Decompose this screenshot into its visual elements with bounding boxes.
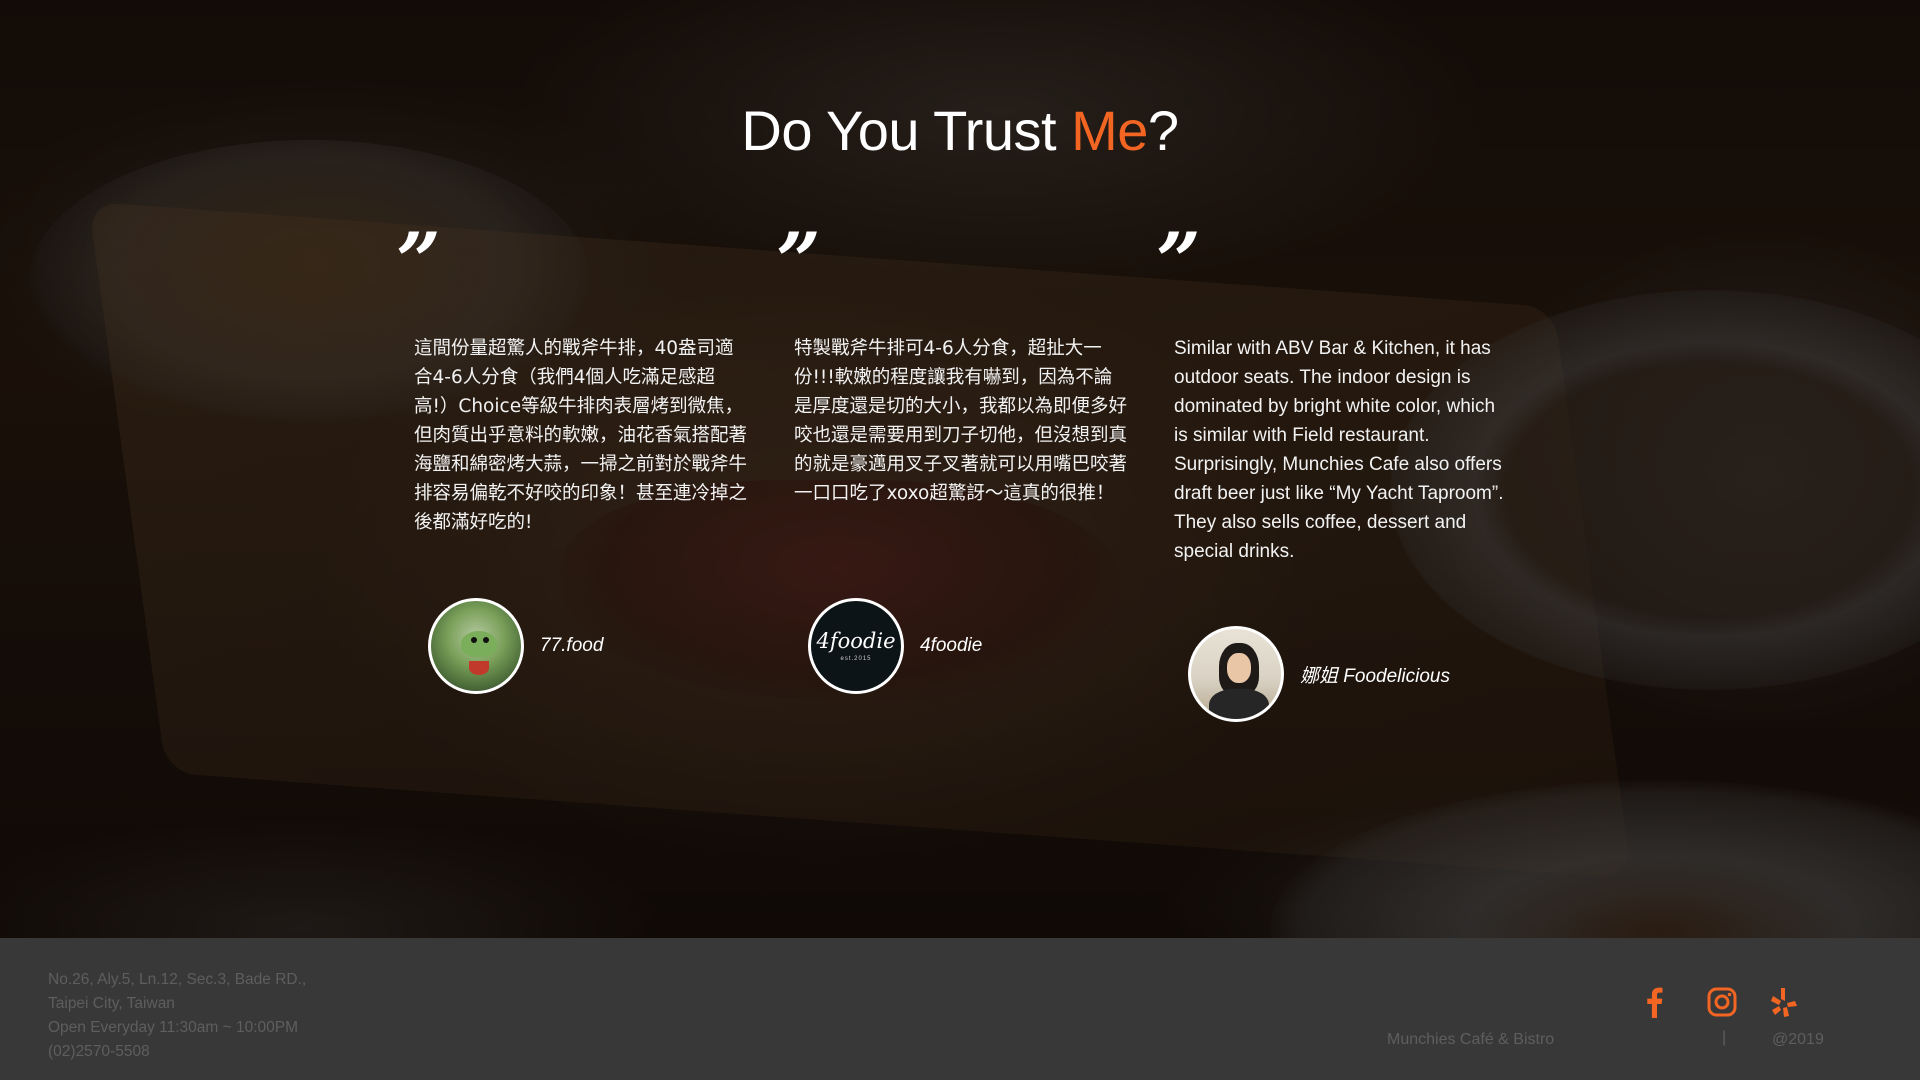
instagram-icon[interactable] xyxy=(1704,984,1740,1020)
title-accent: Me xyxy=(1071,99,1148,162)
testimonial-card: ” 特製戰斧牛排可4-6人分食，超扯大一份!!!軟嫩的程度讓我有嚇到，因為不論是… xyxy=(776,223,1127,694)
4foodie-logo-avatar: 4foodie est.2015 xyxy=(808,598,904,694)
quote-icon: ” xyxy=(1156,216,1201,307)
opening-hours: Open Everyday 11:30am ~ 10:00PM xyxy=(48,1019,299,1036)
facebook-icon[interactable] xyxy=(1636,984,1672,1020)
dinosaur-costume-avatar xyxy=(428,598,524,694)
author-name: 77.food xyxy=(540,635,604,656)
avatar-logo-text: 4foodie xyxy=(816,629,896,653)
hero-background: Do You Trust Me? ” 這間份量超驚人的戰斧牛排，40盎司適合4-… xyxy=(0,0,1920,938)
quote-icon: ” xyxy=(776,216,821,307)
quote-icon: ” xyxy=(396,216,441,307)
review-text: Similar with ABV Bar & Kitchen, it has o… xyxy=(1174,338,1504,562)
testimonial-card: ” 這間份量超驚人的戰斧牛排，40盎司適合4-6人分食（我們4個人吃滿足感超高!… xyxy=(396,223,747,694)
footer-copyright: @2019 xyxy=(1772,1031,1824,1048)
review-author: 娜姐 Foodelicious xyxy=(1188,626,1450,722)
phone-number: (02)2570-5508 xyxy=(48,1043,150,1060)
yelp-icon[interactable] xyxy=(1766,984,1802,1020)
review-text: 這間份量超驚人的戰斧牛排，40盎司適合4-6人分食（我們4個人吃滿足感超高!）C… xyxy=(414,338,748,533)
testimonial-card: ” Similar with ABV Bar & Kitchen, it has… xyxy=(1156,223,1504,722)
author-name: 4foodie xyxy=(920,635,983,656)
section-title: Do You Trust Me? xyxy=(0,98,1920,163)
review-author: 4foodie est.2015 4foodie xyxy=(808,598,982,694)
footer-brand: Munchies Café & Bistro xyxy=(1387,1031,1555,1048)
avatar-est-text: est.2015 xyxy=(840,656,872,662)
footer-address: No.26, Aly.5, Ln.12, Sec.3, Bade RD., Ta… xyxy=(48,968,306,1064)
review-author: 77.food xyxy=(428,598,603,694)
review-text: 特製戰斧牛排可4-6人分食，超扯大一份!!!軟嫩的程度讓我有嚇到，因為不論是厚度… xyxy=(794,338,1128,504)
footer-separator: | xyxy=(1722,1029,1727,1046)
title-prefix: Do You Trust xyxy=(741,99,1072,162)
address-line: No.26, Aly.5, Ln.12, Sec.3, Bade RD., xyxy=(48,971,307,988)
author-name: 娜姐 Foodelicious xyxy=(1300,665,1450,687)
title-suffix: ? xyxy=(1147,99,1179,162)
person-photo-avatar xyxy=(1188,626,1284,722)
address-city: Taipei City, Taiwan xyxy=(48,995,175,1012)
site-footer: No.26, Aly.5, Ln.12, Sec.3, Bade RD., Ta… xyxy=(0,938,1920,1080)
